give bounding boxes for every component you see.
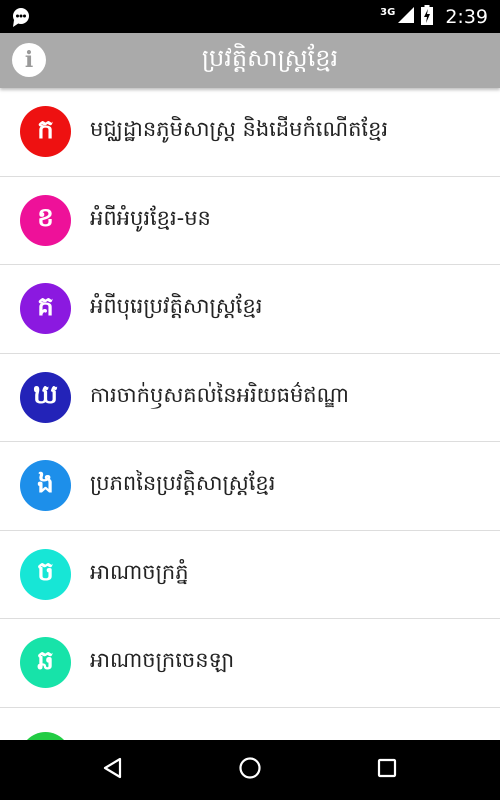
chapter-label: អំពីបុរេប្រវត្តិសាស្ត្រខ្មែរ <box>90 294 263 319</box>
chat-bubble-icon <box>10 6 32 28</box>
chapter-badge: ក <box>20 106 71 158</box>
app-bar: i ប្រវត្តិសាស្ត្រខ្មែរ <box>0 33 500 88</box>
battery-charging-icon <box>421 4 434 29</box>
list-item[interactable]: ឃ ការចាក់ឫសគល់នៃអរិយធម៌ឥណ្ឌា <box>0 354 500 442</box>
signal-icon <box>397 6 415 28</box>
chapter-badge: ឆ <box>20 637 71 689</box>
recents-square-icon <box>375 756 399 784</box>
back-button[interactable] <box>93 750 133 790</box>
list-item[interactable]: ឆ អាណាចក្រចេនឡា <box>0 619 500 708</box>
navigation-bar <box>0 740 500 800</box>
chapter-label: ប្រភពនៃប្រវត្តិសាស្ត្រខ្មែរ <box>90 471 276 496</box>
chapter-list: ក មជ្ឈដ្ឋានភូមិសាស្ត្រ និងដើមកំណើតខ្មែរ … <box>0 88 500 740</box>
chapter-badge: ខ <box>20 194 71 246</box>
status-indicators: 3G 2:39 <box>380 0 488 33</box>
chapter-label: មជ្ឈដ្ឋានភូមិសាស្ត្រ និងដើមកំណើតខ្មែរ <box>90 117 389 142</box>
chapter-badge: ច <box>20 548 71 600</box>
home-button[interactable] <box>230 750 270 790</box>
chapter-label: អំពីអំបូរខ្មែរ-មន <box>90 205 211 230</box>
list-item[interactable]: ច អាណាចក្រភ្នំ <box>0 531 500 619</box>
list-item[interactable]: ង ប្រភពនៃប្រវត្តិសាស្ត្រខ្មែរ <box>0 442 500 531</box>
chapter-label: អាណាចក្រចេនឡា <box>90 648 235 673</box>
list-item[interactable]: គ អំពីបុរេប្រវត្តិសាស្ត្រខ្មែរ <box>0 265 500 354</box>
chapter-label: អាណាចក្រភ្នំ <box>90 559 189 584</box>
status-bar: 3G 2:39 <box>0 0 500 33</box>
list-item[interactable] <box>0 708 500 740</box>
info-button[interactable]: i <box>12 43 46 77</box>
back-triangle-icon <box>101 756 125 784</box>
page-title: ប្រវត្តិសាស្ត្រខ្មែរ <box>201 44 339 72</box>
chapter-badge: គ <box>20 283 71 335</box>
list-item[interactable]: ខ អំពីអំបូរខ្មែរ-មន <box>0 177 500 265</box>
network-type: 3G <box>380 7 396 18</box>
chapter-badge: ឃ <box>20 371 71 423</box>
chapter-badge: ង <box>20 460 71 512</box>
recents-button[interactable] <box>367 750 407 790</box>
chapter-badge <box>20 731 71 740</box>
clock: 2:39 <box>445 5 488 28</box>
home-circle-icon <box>238 756 262 784</box>
list-item[interactable]: ក មជ្ឈដ្ឋានភូមិសាស្ត្រ និងដើមកំណើតខ្មែរ <box>0 88 500 177</box>
chapter-label: ការចាក់ឫសគល់នៃអរិយធម៌ឥណ្ឌា <box>90 382 349 407</box>
